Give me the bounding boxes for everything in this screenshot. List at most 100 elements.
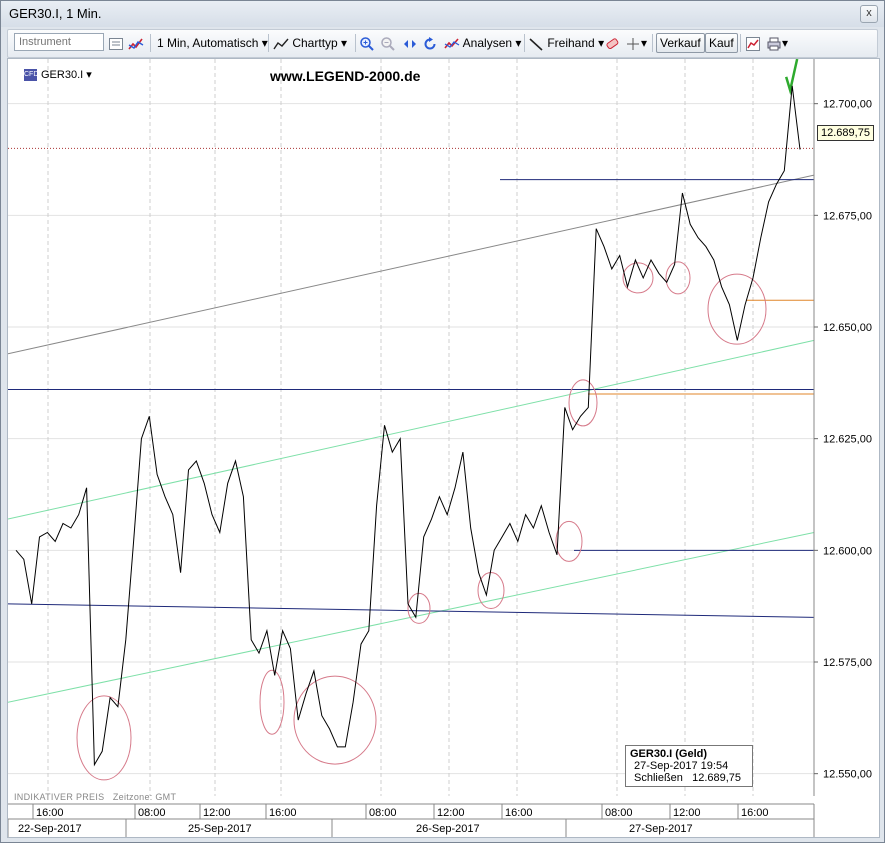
y-tick-label: 12.625,00 bbox=[823, 434, 872, 446]
indicators-icon[interactable] bbox=[128, 33, 144, 53]
price-chart[interactable]: 12.700,00 12.675,00 12.650,00 12.625,00 12.6… bbox=[8, 59, 879, 837]
title-bar: GER30.I, 1 Min. x bbox=[1, 1, 884, 27]
highlight-circle bbox=[477, 572, 505, 610]
charttyp-dropdown[interactable]: Charttyp ▾ bbox=[273, 33, 347, 53]
chevron-down-icon: ▾ bbox=[341, 36, 348, 50]
chart-window: GER30.I, 1 Min. x 1 Min, Automatisch ▾ C… bbox=[0, 0, 885, 843]
crosshair-icon bbox=[627, 37, 639, 50]
charttyp-label: Charttyp bbox=[292, 36, 338, 50]
chevron-down-icon: ▾ bbox=[86, 69, 92, 81]
analysen-dropdown[interactable]: Analysen ▾ bbox=[444, 33, 521, 53]
toolbar-separator bbox=[150, 34, 151, 52]
y-tick-label: 12.600,00 bbox=[823, 545, 872, 557]
fit-chart-button[interactable] bbox=[402, 33, 418, 53]
highlight-circle bbox=[665, 261, 691, 295]
freehand-line-icon bbox=[529, 38, 543, 51]
highlight-circle bbox=[555, 520, 583, 562]
symbol-label: GER30.I bbox=[41, 69, 84, 81]
interval-label: 1 Min, Automatisch bbox=[157, 36, 259, 50]
crosshair-dropdown[interactable]: ▾ bbox=[625, 33, 647, 53]
chart-toolbar: 1 Min, Automatisch ▾ Charttyp ▾ Analysen… bbox=[7, 29, 878, 58]
channel-lower-line bbox=[8, 531, 815, 703]
y-tick-label: 12.650,00 bbox=[823, 322, 872, 334]
info-datetime: 27-Sep-2017 19:54 bbox=[634, 760, 729, 772]
info-close-value: 12.689,75 bbox=[692, 772, 742, 784]
print-icon bbox=[767, 37, 781, 51]
last-price-tag: 12.689,75 bbox=[817, 125, 874, 141]
indicative-price-label: INDIKATIVER PREIS bbox=[14, 792, 105, 802]
chevron-down-icon: ▾ bbox=[641, 36, 648, 50]
grid-lines bbox=[8, 59, 814, 796]
date-label: 26-Sep-2017 bbox=[416, 823, 480, 835]
zoom-out-button[interactable] bbox=[380, 33, 396, 53]
zoom-in-button[interactable] bbox=[359, 33, 375, 53]
interval-dropdown[interactable]: 1 Min, Automatisch ▾ bbox=[157, 33, 268, 53]
x-tick-label: 16:00 bbox=[505, 807, 533, 819]
x-tick-label: 08:00 bbox=[369, 807, 397, 819]
kauf-button[interactable]: Kauf bbox=[705, 33, 738, 53]
symbol-selector[interactable]: CFD GER30.I ▾ bbox=[24, 68, 92, 82]
toolbar-separator bbox=[652, 34, 653, 52]
y-tick-label: 12.550,00 bbox=[823, 769, 872, 781]
toolbar-separator bbox=[740, 34, 741, 52]
y-axis-panel bbox=[814, 59, 879, 837]
toolbar-separator bbox=[355, 34, 356, 52]
zoom-out-icon bbox=[381, 37, 395, 51]
analysen-label: Analysen bbox=[462, 36, 513, 50]
refresh-icon bbox=[424, 36, 436, 50]
verkauf-button[interactable]: Verkauf bbox=[656, 33, 705, 53]
x-tick-label: 08:00 bbox=[605, 807, 633, 819]
instrument-input[interactable] bbox=[14, 33, 104, 51]
chevron-down-icon: ▾ bbox=[515, 36, 522, 50]
x-tick-label: 16:00 bbox=[36, 807, 64, 819]
channel-upper-line bbox=[8, 339, 815, 520]
info-close: Schließen 12.689,75 bbox=[630, 772, 748, 784]
chart-settings-button[interactable] bbox=[745, 33, 761, 53]
zoom-in-icon bbox=[360, 37, 374, 51]
instrument-list-icon[interactable] bbox=[108, 33, 124, 53]
price-line bbox=[15, 85, 801, 767]
y-tick-label: 12.675,00 bbox=[823, 210, 872, 222]
analysis-icon bbox=[444, 38, 460, 49]
x-tick-label: 12:00 bbox=[673, 807, 701, 819]
freihand-label: Freihand bbox=[547, 36, 595, 50]
x-tick-label: 12:00 bbox=[437, 807, 465, 819]
date-label: 22-Sep-2017 bbox=[18, 823, 82, 835]
eraser-button[interactable] bbox=[604, 33, 620, 53]
y-tick-label: 12.700,00 bbox=[823, 99, 872, 111]
close-button[interactable]: x bbox=[860, 5, 878, 23]
highlight-circle bbox=[259, 669, 285, 735]
highlight-circles bbox=[76, 59, 799, 781]
freihand-dropdown[interactable]: Freihand ▾ bbox=[528, 33, 604, 53]
highlight-circle bbox=[568, 379, 598, 427]
info-box: GER30.I (Geld) 27-Sep-2017 19:54 Schließ… bbox=[625, 745, 753, 787]
x-axis: 16:00 08:00 12:00 16:00 08:00 12:00 16:00 08:00… bbox=[8, 803, 815, 837]
line-chart-icon bbox=[273, 38, 289, 50]
x-tick-label: 16:00 bbox=[269, 807, 297, 819]
window-title: GER30.I, 1 Min. bbox=[9, 6, 102, 21]
y-tick-label: 12.575,00 bbox=[823, 657, 872, 669]
timezone-label: Zeitzone: GMT bbox=[112, 792, 177, 802]
cfd-badge-icon: CFD bbox=[24, 69, 38, 82]
chevron-down-icon: ▾ bbox=[261, 36, 268, 50]
x-tick-label: 16:00 bbox=[741, 807, 769, 819]
chevron-down-icon: ▾ bbox=[782, 36, 789, 50]
chart-area[interactable]: 12.700,00 12.675,00 12.650,00 12.625,00 12.6… bbox=[7, 58, 880, 838]
highlight-circle bbox=[293, 675, 377, 765]
fit-icon bbox=[404, 39, 416, 48]
date-label: 27-Sep-2017 bbox=[629, 823, 693, 835]
highlight-circle bbox=[707, 273, 767, 345]
date-label: 25-Sep-2017 bbox=[188, 823, 252, 835]
toolbar-separator bbox=[268, 34, 269, 52]
y-axis: 12.700,00 12.675,00 12.650,00 12.625,00 12.6… bbox=[813, 59, 879, 837]
eraser-icon bbox=[606, 38, 619, 49]
highlight-circle bbox=[407, 592, 431, 624]
info-close-label: Schließen bbox=[634, 772, 683, 784]
print-dropdown[interactable]: ▾ bbox=[766, 33, 788, 53]
footer-note: INDIKATIVER PREIS Zeitzone: GMT bbox=[14, 792, 176, 802]
x-tick-label: 08:00 bbox=[138, 807, 166, 819]
x-tick-label: 12:00 bbox=[203, 807, 231, 819]
refresh-button[interactable] bbox=[422, 33, 438, 53]
chart-settings-icon bbox=[746, 36, 760, 51]
toolbar-separator bbox=[524, 34, 525, 52]
